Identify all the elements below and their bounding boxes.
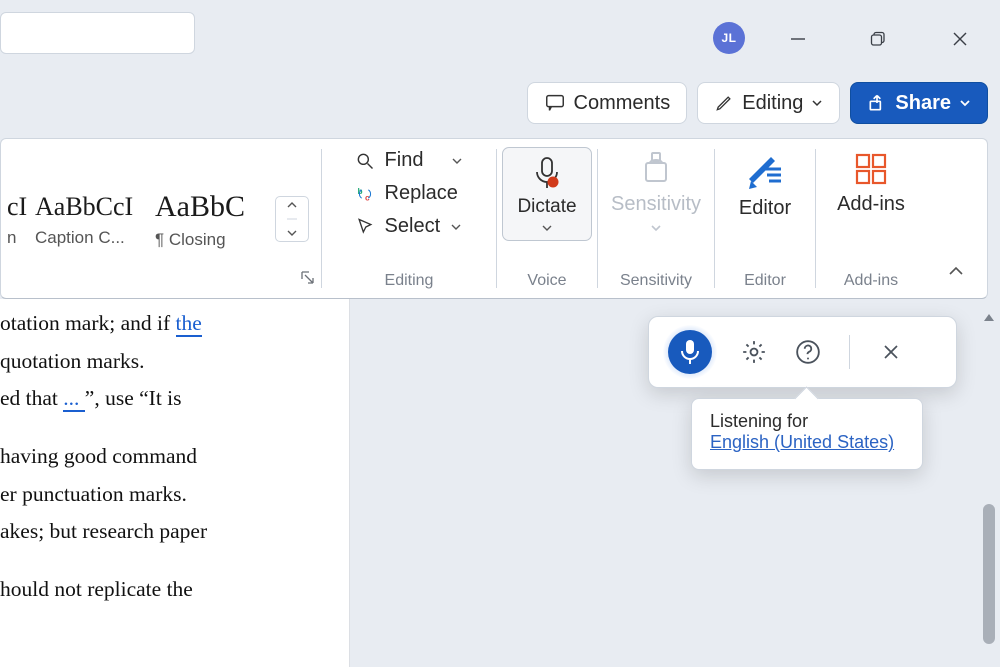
styles-dialog-launcher[interactable]	[300, 270, 316, 286]
style-sample: cI	[7, 192, 27, 222]
help-icon	[795, 339, 821, 365]
share-icon	[867, 93, 887, 113]
chevron-up-icon	[947, 262, 965, 280]
ribbon-group-editor: Editor Editor	[715, 139, 815, 298]
sensitivity-label: Sensitivity	[611, 193, 701, 216]
chevron-down-icon	[959, 97, 971, 109]
share-button[interactable]: Share	[850, 82, 988, 124]
tooltip-title: Listening for	[710, 411, 904, 432]
chevron-down-icon	[541, 222, 553, 234]
addins-button[interactable]: Add-ins	[837, 147, 905, 216]
vertical-scrollbar[interactable]	[980, 308, 998, 658]
group-label: Sensitivity	[620, 272, 692, 292]
addins-label: Add-ins	[837, 193, 905, 216]
editor-icon	[745, 151, 785, 191]
comments-icon	[544, 92, 566, 114]
replace-button[interactable]: bc Replace	[355, 182, 458, 205]
dialog-launcher-icon	[300, 270, 316, 286]
style-card[interactable]: AaBbCcI Caption C...	[29, 188, 149, 250]
share-label: Share	[895, 92, 951, 115]
group-label: Editing	[385, 272, 434, 292]
dictation-settings-button[interactable]	[737, 335, 771, 369]
ribbon-group-voice: Dictate Voice	[497, 139, 597, 298]
scroll-thumb[interactable]	[983, 504, 995, 644]
scroll-up-button[interactable]	[980, 308, 998, 326]
spelling-error[interactable]: ...	[63, 386, 85, 412]
triangle-up-icon	[983, 311, 995, 323]
style-name: Caption C...	[35, 228, 125, 248]
search-box[interactable]	[0, 12, 195, 54]
dictation-toolbar	[648, 316, 957, 388]
sensitivity-button[interactable]: Sensitivity	[611, 147, 701, 234]
window-minimize-button[interactable]	[778, 20, 818, 58]
microphone-icon	[532, 156, 562, 192]
document-area[interactable]: otation mark; and if the quotation marks…	[0, 299, 350, 667]
style-card[interactable]: AaBbC ¶ Closing	[149, 186, 269, 252]
dictation-help-button[interactable]	[791, 335, 825, 369]
styles-gallery: cI n AaBbCcI Caption C... AaBbC ¶ Closin…	[1, 139, 321, 298]
chevron-down-icon	[450, 221, 462, 233]
find-label: Find	[385, 149, 424, 172]
cursor-icon	[355, 217, 375, 237]
dictate-label: Dictate	[517, 196, 576, 218]
editor-label: Editor	[739, 197, 791, 220]
separator	[849, 335, 850, 369]
select-button[interactable]: Select	[355, 215, 463, 238]
minimize-icon	[789, 30, 807, 48]
style-name: ¶ Closing	[155, 230, 226, 250]
dictate-button[interactable]: Dictate	[502, 147, 591, 241]
microphone-icon	[679, 339, 701, 365]
addins-icon	[853, 151, 889, 187]
comments-button[interactable]: Comments	[527, 82, 688, 124]
dictation-close-button[interactable]	[874, 335, 908, 369]
dictation-language-tooltip: Listening for English (United States)	[691, 398, 923, 470]
replace-icon: bc	[355, 184, 375, 204]
window-close-button[interactable]	[940, 20, 980, 58]
style-sample: AaBbCcI	[35, 192, 133, 222]
find-button[interactable]: Find	[355, 149, 464, 172]
comments-label: Comments	[574, 92, 671, 115]
dictation-language-link[interactable]: English (United States)	[710, 432, 894, 452]
style-name: n	[7, 228, 16, 248]
replace-label: Replace	[385, 182, 458, 205]
ribbon-group-editing: Find bc Replace Select Editing	[322, 139, 496, 298]
search-icon	[355, 151, 375, 171]
ribbon: cI n AaBbCcI Caption C... AaBbC ¶ Closin…	[0, 138, 988, 299]
chevron-down-icon	[650, 222, 662, 234]
window-restore-button[interactable]	[858, 20, 898, 58]
select-label: Select	[385, 215, 441, 238]
editing-mode-button[interactable]: Editing	[697, 82, 840, 124]
style-card[interactable]: cI n	[1, 188, 29, 250]
editing-label: Editing	[742, 92, 803, 115]
group-label: Voice	[527, 272, 566, 292]
style-sample: AaBbC	[155, 190, 245, 224]
editor-button[interactable]: Editor	[739, 147, 791, 220]
collapse-ribbon-button[interactable]	[947, 262, 965, 280]
styles-expand-button[interactable]	[275, 196, 309, 242]
sensitivity-icon	[638, 151, 674, 187]
dictation-mic-button[interactable]	[663, 325, 717, 379]
ribbon-group-sensitivity: Sensitivity Sensitivity	[598, 139, 714, 298]
chevron-down-icon	[811, 97, 823, 109]
ribbon-group-addins: Add-ins Add-ins	[816, 139, 926, 298]
spelling-error[interactable]: the	[176, 311, 202, 337]
group-label: Add-ins	[844, 272, 898, 292]
close-icon	[951, 30, 969, 48]
chevron-down-icon	[285, 197, 299, 241]
close-icon	[881, 342, 901, 362]
gear-icon	[741, 339, 767, 365]
restore-icon	[869, 30, 887, 48]
pencil-icon	[714, 93, 734, 113]
group-label: Editor	[744, 272, 786, 292]
chevron-down-icon	[451, 155, 463, 167]
user-avatar[interactable]: JL	[713, 22, 745, 54]
